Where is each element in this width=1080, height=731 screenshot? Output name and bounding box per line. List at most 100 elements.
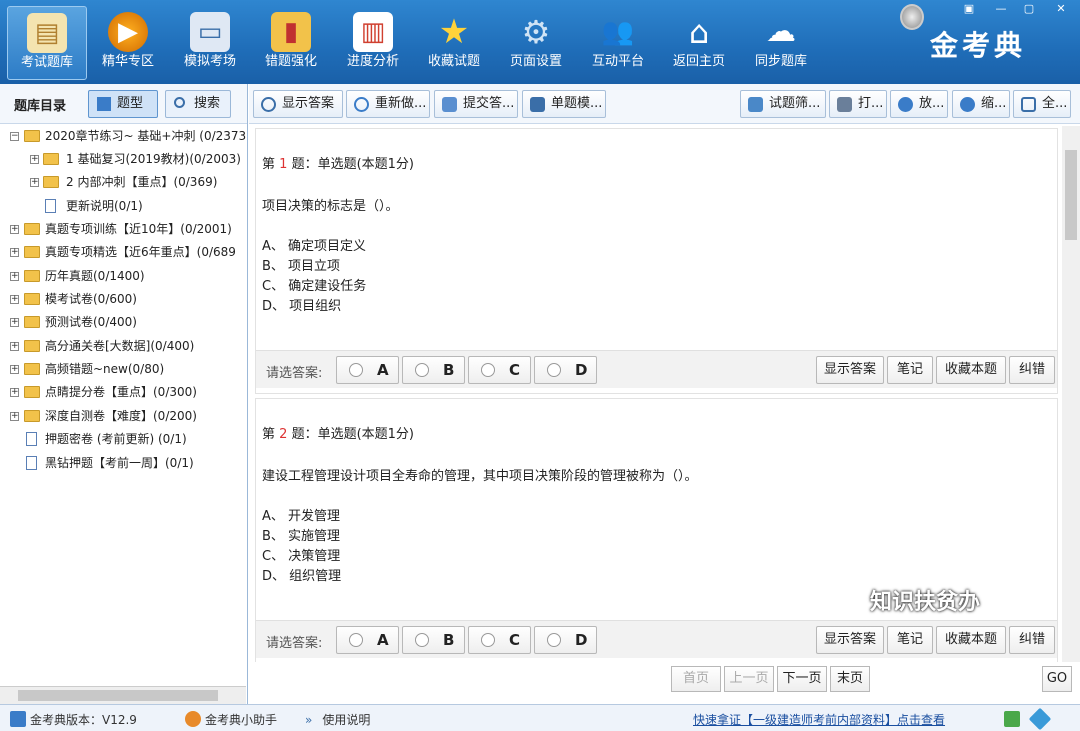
tree-node-secret-paper[interactable]: 押题密卷 (考前更新) (0/1) bbox=[0, 429, 246, 449]
question-card: 第 2 题：单选题(本题1分) 建设工程管理设计项目全寿命的管理，其中项目决策阶… bbox=[255, 398, 1058, 664]
home-icon: ⌂ bbox=[688, 13, 710, 51]
nav-favorites[interactable]: ★ 收藏试题 bbox=[414, 6, 494, 80]
nav-mock-exam[interactable]: ▭ 模拟考场 bbox=[170, 6, 250, 80]
assistant-link[interactable]: 金考典小助手 bbox=[185, 711, 277, 728]
prev-page-button[interactable]: 上一页 bbox=[724, 666, 774, 692]
folder-icon bbox=[24, 293, 40, 305]
folder-icon bbox=[24, 340, 40, 352]
vertical-scrollbar[interactable] bbox=[1062, 126, 1080, 662]
tree-node-internal-sprint[interactable]: + 2 内部冲刺【重点】(0/369) bbox=[0, 172, 246, 192]
tree-node-black-diamond[interactable]: 黑钻押题【考前一周】(0/1) bbox=[0, 453, 246, 473]
collapse-icon[interactable]: − bbox=[10, 132, 19, 141]
answer-choice-d[interactable]: D bbox=[534, 626, 597, 654]
chart-folder-icon: ▮ bbox=[271, 12, 311, 52]
tree-node-prediction-papers[interactable]: + 预测试卷(0/400) bbox=[0, 312, 246, 332]
expand-icon[interactable]: + bbox=[30, 178, 39, 187]
maximize-icon[interactable]: ▢ bbox=[1018, 2, 1040, 16]
expand-icon[interactable]: + bbox=[10, 225, 19, 234]
single-mode-button[interactable]: 单题模... bbox=[522, 90, 606, 118]
scroll-thumb[interactable] bbox=[1065, 150, 1077, 240]
nav-exam-bank[interactable]: ▤ 考试题库 bbox=[7, 6, 87, 80]
notes-button[interactable]: 笔记 bbox=[887, 626, 933, 654]
tree-node-real-exam-selected[interactable]: + 真题专项精选【近6年重点】(0/689 bbox=[0, 242, 246, 262]
scroll-thumb[interactable] bbox=[18, 690, 218, 701]
promo-link[interactable]: 快速拿证【一级建造师考前内部资料】点击查看 bbox=[693, 711, 945, 728]
nav-home[interactable]: ⌂ 返回主页 bbox=[659, 6, 739, 80]
button-label: 打... bbox=[858, 96, 884, 111]
nav-progress[interactable]: ▥ 进度分析 bbox=[333, 6, 413, 80]
restore-icon[interactable]: ▣ bbox=[958, 2, 980, 16]
expand-icon[interactable]: + bbox=[10, 295, 19, 304]
expand-icon[interactable]: + bbox=[10, 272, 19, 281]
fullscreen-button[interactable]: 全... bbox=[1013, 90, 1071, 118]
tree-node-key-points[interactable]: + 点睛提分卷【重点】(0/300) bbox=[0, 382, 246, 402]
tree-label: 高频错题~new(0/80) bbox=[45, 362, 165, 376]
nav-essence[interactable]: ▶ 精华专区 bbox=[88, 6, 168, 80]
zoom-out-button[interactable]: 缩... bbox=[952, 90, 1010, 118]
refresh-icon bbox=[354, 97, 369, 112]
tab-question-type[interactable]: 题型 bbox=[88, 90, 158, 118]
filter-button[interactable]: 试题筛... bbox=[740, 90, 826, 118]
answer-choice-c[interactable]: C bbox=[468, 356, 531, 384]
redo-button[interactable]: 重新做... bbox=[346, 90, 430, 118]
minimize-icon[interactable]: — bbox=[990, 2, 1012, 16]
report-error-button[interactable]: 纠错 bbox=[1009, 356, 1055, 384]
show-answer-button[interactable]: 显示答案 bbox=[253, 90, 343, 118]
answer-choice-b[interactable]: B bbox=[402, 356, 465, 384]
tree-node-2020-chapter[interactable]: − 2020章节练习~ 基础+冲刺 (0/2373 bbox=[0, 126, 246, 146]
expand-icon[interactable]: + bbox=[10, 318, 19, 327]
favorite-button[interactable]: 收藏本题 bbox=[936, 356, 1006, 384]
answer-choice-a[interactable]: A bbox=[336, 356, 399, 384]
last-page-button[interactable]: 末页 bbox=[830, 666, 870, 692]
tree-node-self-test[interactable]: + 深度自测卷【难度】(0/200) bbox=[0, 406, 246, 426]
next-page-button[interactable]: 下一页 bbox=[777, 666, 827, 692]
help-link[interactable]: » 使用说明 bbox=[305, 711, 370, 728]
horizontal-scrollbar[interactable] bbox=[0, 686, 246, 704]
tree-node-real-exam-special[interactable]: + 真题专项训练【近10年】(0/2001) bbox=[0, 219, 246, 239]
expand-icon[interactable]: + bbox=[10, 412, 19, 421]
button-label: 重新做... bbox=[375, 96, 427, 111]
favorite-button[interactable]: 收藏本题 bbox=[936, 626, 1006, 654]
stats-icon[interactable] bbox=[1004, 711, 1024, 727]
expand-icon[interactable]: + bbox=[30, 155, 39, 164]
report-error-button[interactable]: 纠错 bbox=[1009, 626, 1055, 654]
answer-choice-d[interactable]: D bbox=[534, 356, 597, 384]
sidebar-toolbar: 题库目录 题型 搜索 bbox=[0, 84, 247, 124]
expand-icon[interactable]: + bbox=[10, 388, 19, 397]
submit-button[interactable]: 提交答... bbox=[434, 90, 518, 118]
nav-label: 模拟考场 bbox=[183, 54, 236, 69]
option-b: B、 实施管理 bbox=[262, 529, 341, 544]
question-card: 第 1 题：单选题(本题1分) 项目决策的标志是（）。 A、 确定项目定义 B、… bbox=[255, 128, 1058, 394]
tree-node-past-exams[interactable]: + 历年真题(0/1400) bbox=[0, 266, 246, 286]
show-answer-button[interactable]: 显示答案 bbox=[816, 356, 884, 384]
close-icon[interactable]: ✕ bbox=[1050, 2, 1072, 16]
tree-node-mock-papers[interactable]: + 模考试卷(0/600) bbox=[0, 289, 246, 309]
nav-interactive[interactable]: 👥 互动平台 bbox=[578, 6, 658, 80]
zoom-in-button[interactable]: 放... bbox=[890, 90, 948, 118]
diamond-icon[interactable] bbox=[1028, 707, 1052, 731]
pagination-bar: 首页 上一页 下一页 末页 GO bbox=[249, 662, 1080, 704]
nav-wrong-questions[interactable]: ▮ 错题强化 bbox=[251, 6, 331, 80]
page-icon bbox=[530, 97, 545, 112]
answer-choice-a[interactable]: A bbox=[336, 626, 399, 654]
tree-node-high-score[interactable]: + 高分通关卷[大数据](0/400) bbox=[0, 336, 246, 356]
first-page-button[interactable]: 首页 bbox=[671, 666, 721, 692]
nav-sync[interactable]: ☁ 同步题库 bbox=[741, 6, 821, 80]
show-answer-button[interactable]: 显示答案 bbox=[816, 626, 884, 654]
expand-icon[interactable]: + bbox=[10, 365, 19, 374]
tree-node-basic-review[interactable]: + 1 基础复习(2019教材)(0/2003) bbox=[0, 149, 246, 169]
expand-icon[interactable]: + bbox=[10, 342, 19, 351]
go-button[interactable]: GO bbox=[1042, 666, 1072, 692]
answer-choice-c[interactable]: C bbox=[468, 626, 531, 654]
nav-label: 互动平台 bbox=[591, 54, 644, 69]
nav-page-settings[interactable]: ⚙ 页面设置 bbox=[496, 6, 576, 80]
print-button[interactable]: 打... bbox=[829, 90, 887, 118]
tree-node-frequent-errors[interactable]: + 高频错题~new(0/80) bbox=[0, 359, 246, 379]
tab-search[interactable]: 搜索 bbox=[165, 90, 231, 118]
tree-label: 更新说明(0/1) bbox=[66, 199, 143, 213]
notes-button[interactable]: 笔记 bbox=[887, 356, 933, 384]
answer-choice-b[interactable]: B bbox=[402, 626, 465, 654]
expand-icon[interactable]: + bbox=[10, 248, 19, 257]
tree-node-update-notes[interactable]: 更新说明(0/1) bbox=[0, 196, 246, 216]
option-d: D、 组织管理 bbox=[262, 569, 342, 584]
